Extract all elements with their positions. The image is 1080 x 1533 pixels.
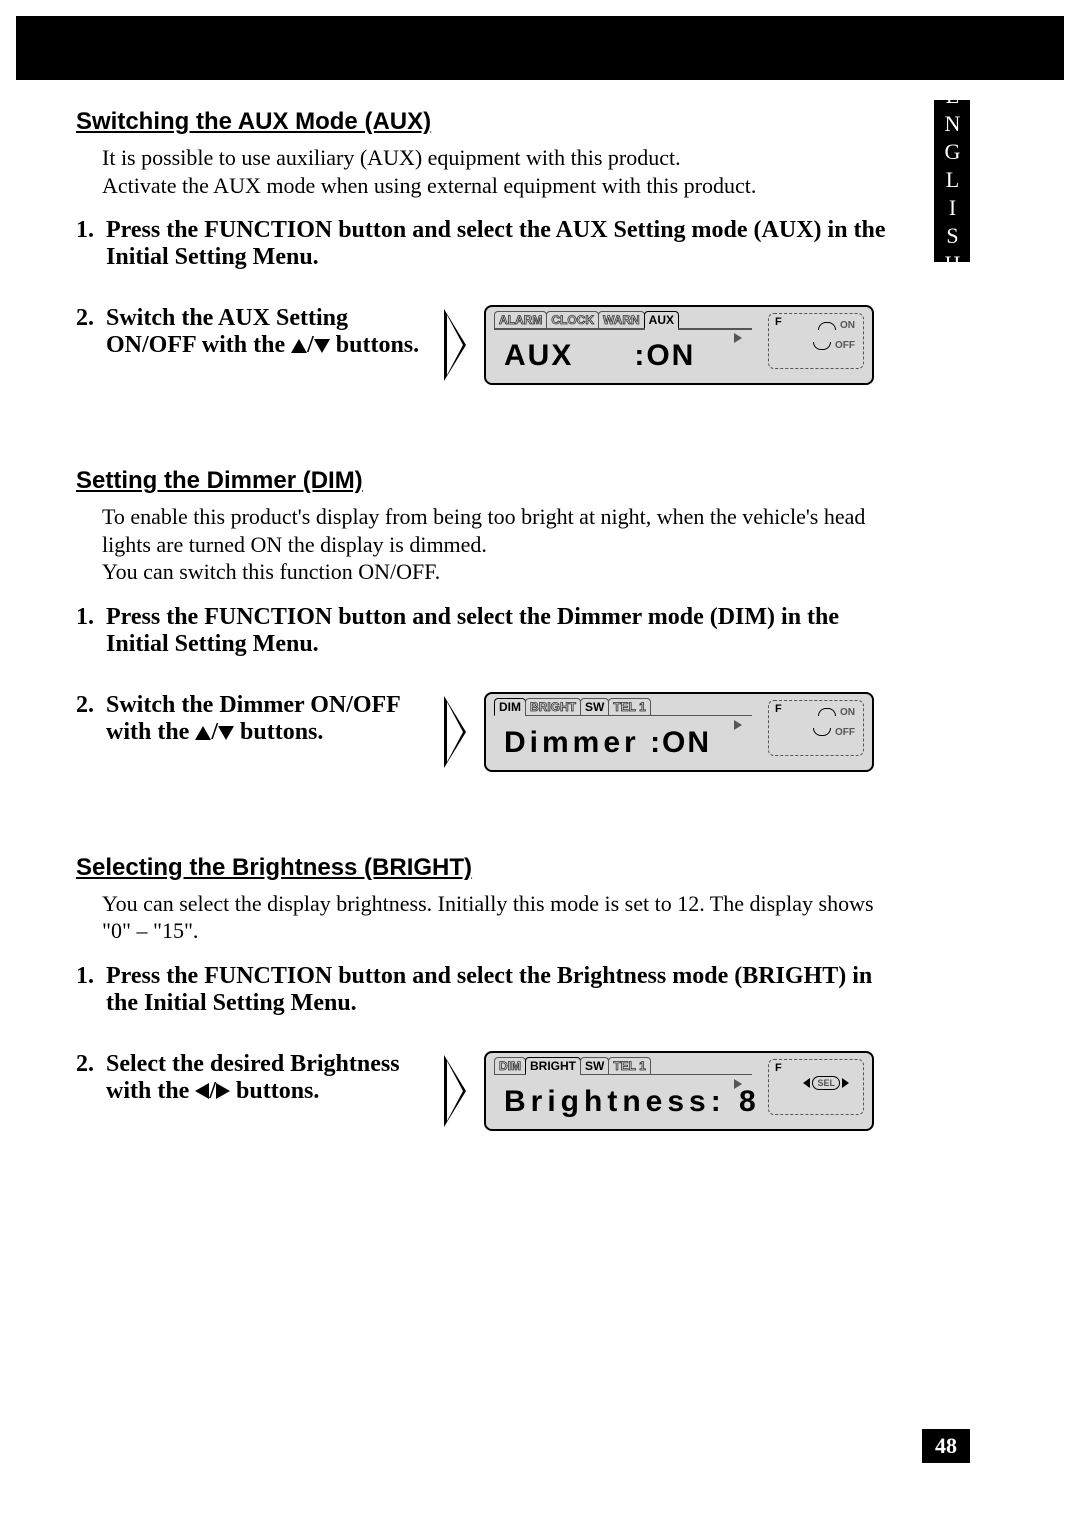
step-item: 1. Press the FUNCTION button and select … [76,604,896,658]
sel-badge: SEL [803,1076,849,1090]
lcd-tab: BRIGHT [525,698,581,715]
step-item: 2. Switch the Dimmer ON/OFF with the / b… [76,692,896,772]
hint-off: OFF [813,340,855,351]
lcd-tabs: ALARM CLOCK WARN AUX [494,311,678,328]
lcd-main-text: Dimmer :ON [504,726,711,760]
f-indicator: F [775,703,782,715]
hint-on: ON [818,707,855,718]
step-number: 1. [76,217,106,271]
lcd-tabs: DIM BRIGHT SW TEL 1 [494,698,650,715]
lcd-tab: SW [580,698,609,715]
body-line: Activate the AUX mode when using externa… [102,173,756,198]
arc-down-icon [813,342,831,350]
section-title: Selecting the Brightness (BRIGHT) [76,854,896,882]
hint-off: OFF [813,727,855,738]
steps-list: 1. Press the FUNCTION button and select … [76,963,896,1131]
step-text: Press the FUNCTION button and select the… [106,963,896,1017]
step-with-lcd: Switch the AUX Setting ON/OFF with the /… [106,305,896,385]
lcd-tab: ALARM [494,311,547,328]
step-item: 2. Switch the AUX Setting ON/OFF with th… [76,305,896,385]
right-caret-icon [842,1078,849,1088]
lcd-main-text: AUX :ON [504,339,695,373]
lcd-tab: DIM [494,1057,526,1074]
right-arrow-icon [216,1083,230,1099]
lcd-tab-active: DIM [494,698,526,715]
body-line: You can switch this function ON/OFF. [102,559,440,584]
language-tab: ENGLISH [934,100,970,262]
step-text: Select the desired Brightness with the /… [106,1051,426,1105]
step-text: Switch the Dimmer ON/OFF with the / butt… [106,692,426,746]
body-line: It is possible to use auxiliary (AUX) eq… [102,145,681,170]
step-item: 1. Press the FUNCTION button and select … [76,963,896,1017]
arc-up-icon [818,322,836,330]
lcd-display-bright: DIM BRIGHT SW TEL 1 Brightness: 8 [484,1051,874,1131]
pointer-triangle-icon [444,309,466,381]
section-body: It is possible to use auxiliary (AUX) eq… [102,144,896,199]
section-dim: Setting the Dimmer (DIM) To enable this … [76,467,896,772]
f-indicator: F [775,316,782,328]
up-arrow-icon [195,726,211,740]
step-with-lcd: Select the desired Brightness with the /… [106,1051,896,1131]
hint-sel: SEL [803,1076,849,1090]
hint-on: ON [818,320,855,331]
arc-down-icon [813,728,831,736]
step-number: 2. [76,305,106,385]
lcd-tab-active: AUX [644,311,679,328]
lcd-tab-active: BRIGHT [525,1057,581,1074]
lcd-tab: CLOCK [546,311,599,328]
language-label: ENGLISH [939,83,965,279]
cursor-icon [734,333,742,343]
lcd-hint-panel: F ON OFF [768,700,864,756]
lcd-main-text: Brightness: 8 [504,1085,761,1119]
content-area: Switching the AUX Mode (AUX) It is possi… [76,108,896,1173]
step-text: Press the FUNCTION button and select the… [106,217,896,271]
step-number: 1. [76,604,106,658]
step-number: 2. [76,692,106,772]
pointer-triangle-icon [444,696,466,768]
section-title: Setting the Dimmer (DIM) [76,467,896,495]
body-line: You can select the display brightness. I… [102,891,874,944]
lcd-hint-panel: F SEL [768,1059,864,1115]
header-bar [16,16,1064,80]
down-arrow-icon [314,339,330,353]
section-aux: Switching the AUX Mode (AUX) It is possi… [76,108,896,385]
section-bright: Selecting the Brightness (BRIGHT) You ca… [76,854,896,1131]
step-with-lcd: Switch the Dimmer ON/OFF with the / butt… [106,692,896,772]
steps-list: 1. Press the FUNCTION button and select … [76,604,896,772]
left-caret-icon [803,1078,810,1088]
down-arrow-icon [218,726,234,740]
step-item: 2. Select the desired Brightness with th… [76,1051,896,1131]
section-title: Switching the AUX Mode (AUX) [76,108,896,136]
pointer-triangle-icon [444,1055,466,1127]
lcd-tab: TEL 1 [608,1057,650,1074]
left-arrow-icon [195,1083,209,1099]
cursor-icon [734,720,742,730]
step-text: Press the FUNCTION button and select the… [106,604,896,658]
steps-list: 1. Press the FUNCTION button and select … [76,217,896,385]
lcd-tab: TEL 1 [608,698,650,715]
lcd-tab: SW [580,1057,609,1074]
lcd-display-aux: ALARM CLOCK WARN AUX AUX :ON [484,305,874,385]
page-number: 48 [922,1429,970,1463]
lcd-tabs: DIM BRIGHT SW TEL 1 [494,1057,650,1074]
up-arrow-icon [291,339,307,353]
arc-up-icon [818,708,836,716]
step-item: 1. Press the FUNCTION button and select … [76,217,896,271]
section-body: To enable this product's display from be… [102,503,896,586]
step-number: 2. [76,1051,106,1131]
manual-page: ENGLISH Switching the AUX Mode (AUX) It … [0,0,1080,1533]
lcd-hint-panel: F ON OFF [768,313,864,369]
step-number: 1. [76,963,106,1017]
f-indicator: F [775,1062,782,1074]
body-line: To enable this product's display from be… [102,504,865,557]
section-body: You can select the display brightness. I… [102,890,896,945]
step-text: Switch the AUX Setting ON/OFF with the /… [106,305,426,359]
lcd-tab: WARN [598,311,645,328]
lcd-display-dim: DIM BRIGHT SW TEL 1 Dimmer :ON [484,692,874,772]
